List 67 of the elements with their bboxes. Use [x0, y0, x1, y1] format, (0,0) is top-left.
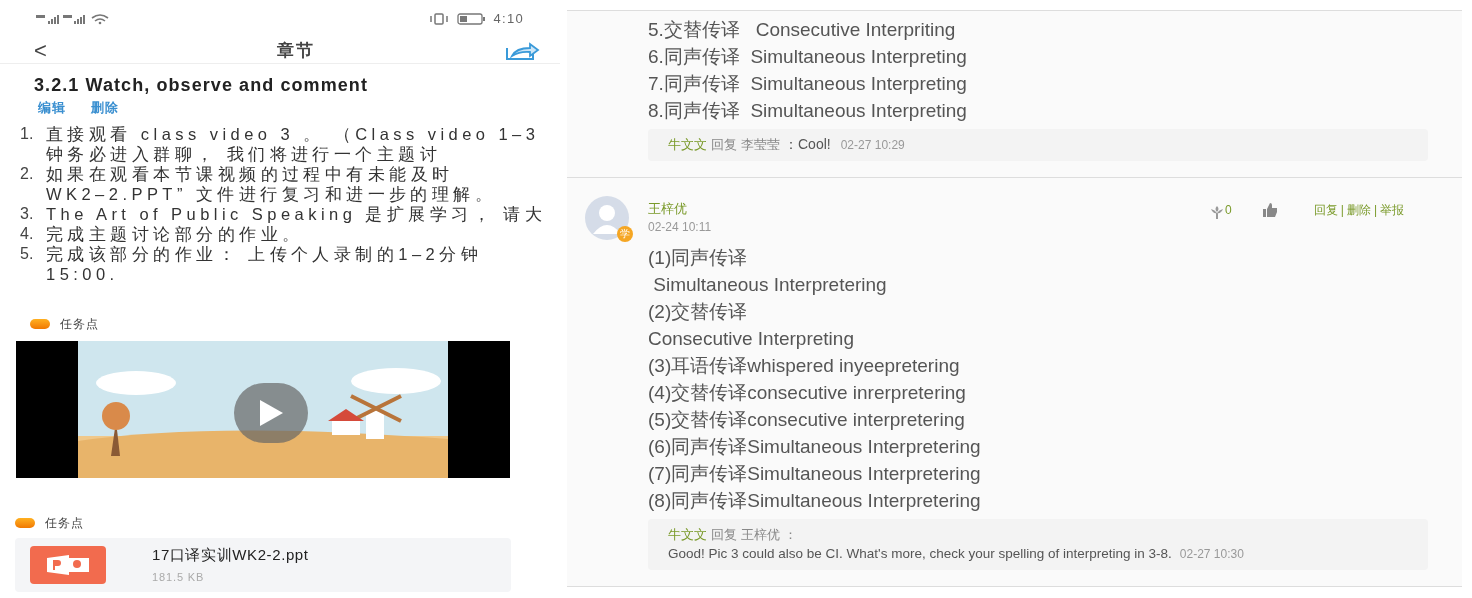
instruction-text: 如果在观看本节课视频的过程中有未能及时 [46, 163, 455, 184]
action-link[interactable]: 回复 [1313, 201, 1338, 219]
comment-time: 02-24 10:11 [648, 219, 712, 236]
section-title: 3.2.1 Watch, observe and comment [33, 74, 369, 96]
status-time: 4:10 [493, 10, 524, 29]
action-link[interactable]: 举报 [1380, 201, 1404, 219]
reply-text: ：Cool! [784, 135, 831, 154]
reply-text: Good! Pic 3 could also be CI. What's more, check your spelling of interpreting in 3-8. [668, 546, 1172, 561]
presentation-file-icon [30, 545, 106, 584]
comment-text: 8.同声传译 Simultaneous Interpreting [648, 99, 968, 123]
instruction-text: 钟务必进入群聊， 我们将进行一个主题讨 [46, 143, 443, 164]
back-button[interactable]: < [34, 39, 47, 62]
instruction-text: WK2–2.PPT” 文件进行复习和进一步的理解。 [46, 183, 497, 204]
comment-text: (5)交替传译consecutive interpretering [648, 408, 966, 432]
reply-verb: 回复 [711, 526, 737, 544]
comment-text: Consecutive Interpreting [648, 327, 855, 351]
comment-text: 7.同声传译 Simultaneous Interpreting [648, 72, 968, 96]
comment-text: (2)交替传译 [648, 300, 749, 324]
instruction-text: 完成该部分的作业： 上传个人录制的1–2分钟 [46, 243, 483, 264]
comment-text: Simultaneous Interpretering [652, 273, 888, 297]
task-label: 任务点 [45, 514, 85, 532]
share-icon[interactable] [506, 41, 540, 60]
reply-author[interactable]: 牛文文 [668, 135, 707, 154]
reply-time: 02-27 10:29 [840, 137, 905, 154]
vibrate-icon [429, 13, 450, 25]
flower-icon [1210, 205, 1225, 219]
page-title: 章节 [276, 39, 316, 62]
comment-text: 5.交替传译 Consecutive Interpriting [648, 18, 957, 42]
action-link[interactable]: 删除 [1346, 201, 1371, 219]
reply-verb: 回复 [711, 136, 737, 154]
reply-target: 李莹莹 [741, 136, 780, 154]
comment-text: (8)同声传译Simultaneous Interpretering [648, 489, 982, 513]
list-number: 5. [20, 243, 35, 264]
play-icon [258, 398, 284, 427]
battery-icon [457, 13, 486, 25]
reply-time: 02-27 10:30 [1179, 547, 1244, 561]
comment-text: (3)耳语传译whispered inyeepretering [648, 354, 961, 378]
reply-colon: ： [784, 526, 797, 544]
list-number: 2. [20, 163, 35, 184]
flower-button[interactable]: 0 [1210, 201, 1232, 219]
task-label: 任务点 [60, 315, 100, 333]
student-badge: 学 [617, 226, 633, 242]
file-card[interactable]: 17口译实训WK2-2.ppt 181.5 KB [15, 537, 511, 592]
file-size: 181.5 KB [152, 569, 206, 585]
avatar-icon [585, 196, 629, 240]
separator: | [1373, 202, 1377, 219]
instruction-text: 直接观看 class video 3 。 （Class video 1–3 [46, 123, 540, 144]
action-link[interactable]: 删除 [90, 98, 120, 118]
reply-target: 王梓优 [741, 526, 780, 544]
instruction-text: The Art of Public Speaking 是扩展学习， 请大 [46, 203, 546, 224]
separator: | [1340, 202, 1344, 219]
thumbs-up-icon[interactable] [1261, 202, 1278, 218]
comment-text: 6.同声传译 Simultaneous Interpreting [648, 45, 968, 69]
instruction-text: 完成主题讨论部分的作业。 [46, 223, 304, 244]
comment-text: (4)交替传译consecutive inrerpretering [648, 381, 967, 405]
action-link[interactable]: 编辑 [38, 98, 67, 118]
comment-text: (1)同声传译 [648, 246, 749, 270]
list-number: 1. [20, 123, 35, 144]
list-number: 3. [20, 203, 35, 224]
list-number: 4. [20, 223, 35, 244]
flower-count: 0 [1225, 202, 1232, 219]
reply-author[interactable]: 牛文文 [668, 525, 707, 544]
instruction-text: 15:00. [46, 263, 120, 284]
file-name: 17口译实训WK2-2.ppt [152, 545, 309, 565]
comment-text: (6)同声传译Simultaneous Interpretering [648, 435, 982, 459]
comment-author[interactable]: 王梓优 [648, 200, 712, 218]
comment-text: (7)同声传译Simultaneous Interpretering [648, 462, 982, 486]
